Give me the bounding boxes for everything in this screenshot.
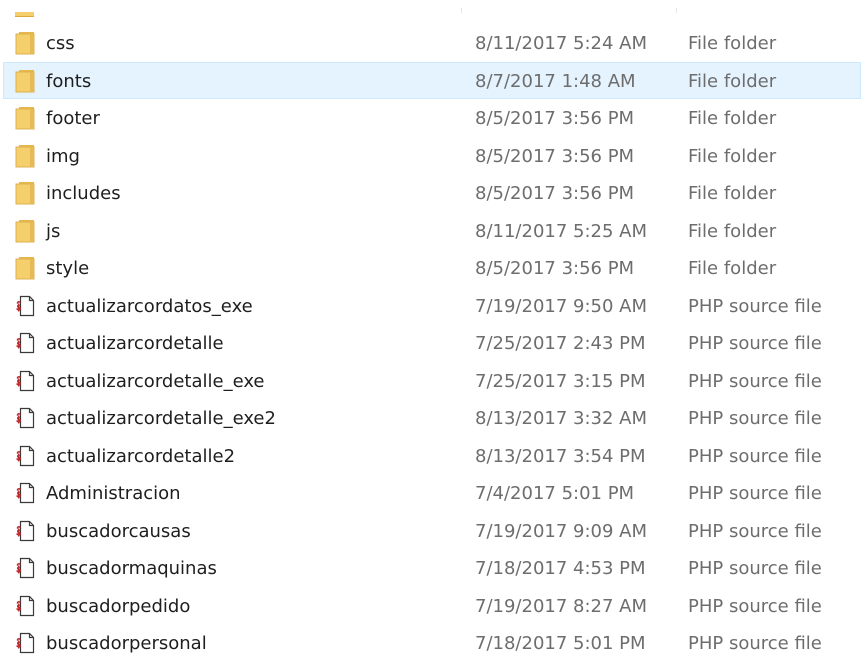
date-modified: 8/11/2017 5:24 AM [475,33,648,54]
file-name: buscadorpedido [46,595,191,617]
date-modified: 8/13/2017 3:32 AM [475,408,648,429]
file-row[interactable]: actualizarcordetalle 7/25/2017 2:43 PM PHP… [3,324,861,361]
date-modified: 7/25/2017 3:15 PM [475,370,646,392]
file-type: File folder [688,145,777,167]
file-row[interactable]: buscadorpersonal 7/18/2017 5:01 PM PHP sou… [3,624,861,661]
file-name: actualizarcordatos_exe [46,295,253,317]
file-type: PHP source file [688,295,822,317]
file-row[interactable]: actualizarcordetalle_exe2 8/13/2017 3:32 … [3,399,861,436]
file-type: PHP source file [688,558,822,579]
php-file-icon [15,294,37,318]
file-row[interactable]: actualizarcordatos_exe 7/19/2017 9:50 AM P… [3,287,861,324]
file-row[interactable]: buscadorpedido 7/19/2017 8:27 AM PHP sourc… [3,587,861,624]
file-name: css [46,33,75,54]
file-type: File folder [688,258,777,279]
file-type: PHP source file [688,408,822,429]
date-modified: 7/19/2017 8:27 AM [475,595,648,617]
date-modified: 7/18/2017 4:53 PM [475,558,646,579]
file-name: includes [46,183,121,204]
php-file-icon [15,594,37,618]
file-name: actualizarcordetalle2 [46,445,236,467]
file-type: PHP source file [688,520,822,542]
file-row[interactable]: Administracion 7/4/2017 5:01 PM PHP source… [3,474,861,511]
folder-row[interactable]: fonts 8/7/2017 1:48 AM File folder [3,61,861,99]
file-row[interactable]: buscadorcausas 7/19/2017 9:09 AM PHP sourc… [3,512,861,549]
folder-icon [15,219,37,243]
file-type: File folder [688,108,777,129]
file-row[interactable]: actualizarcordetalle_exe 7/25/2017 3:15 P… [3,362,861,399]
file-row[interactable]: actualizarcordetalle2 8/13/2017 3:54 PM PH… [3,437,861,474]
date-modified: 8/5/2017 3:56 PM [475,145,635,167]
file-name: buscadormaquinas [46,558,217,579]
folder-row[interactable]: style 8/5/2017 3:56 PM File folder [3,249,861,286]
date-modified: 7/4/2017 5:01 PM [475,483,635,504]
file-name: style [46,258,90,279]
php-file-icon [15,369,37,393]
date-modified: 8/11/2017 5:25 AM [475,220,648,242]
folder-row[interactable]: js 8/11/2017 5:25 AM File folder [3,212,861,249]
file-row[interactable]: buscadormaquinas 7/18/2017 4:53 PM PHP sou… [3,549,861,586]
php-file-icon [15,444,37,468]
php-file-icon [15,406,37,430]
file-name: Administracion [46,483,181,504]
file-name: img [46,145,80,167]
php-file-icon [15,519,37,543]
date-modified: 7/25/2017 2:43 PM [475,333,646,354]
folder-row[interactable]: css 8/11/2017 5:24 AM File folder [3,24,861,61]
date-modified: 7/18/2017 5:01 PM [475,633,646,654]
file-name: actualizarcordetalle [46,333,224,354]
php-file-icon [15,331,37,355]
folder-row[interactable]: footer 8/5/2017 3:56 PM File folder [3,99,861,136]
file-list: css 8/11/2017 5:24 AM File folder fonts 8/7… [0,0,861,654]
folder-icon [15,256,37,280]
date-modified: 8/5/2017 3:56 PM [475,258,635,279]
folder-icon [15,106,37,130]
column-divider[interactable] [461,8,462,13]
file-name: footer [46,108,100,129]
file-name: buscadorpersonal [46,633,207,654]
folder-icon [15,31,37,55]
file-type: PHP source file [688,483,822,504]
folder-icon [15,69,37,93]
file-type: File folder [688,220,777,242]
file-name: fonts [46,70,92,92]
file-type: PHP source file [688,633,822,654]
date-modified: 8/13/2017 3:54 PM [475,445,646,467]
file-type: PHP source file [688,370,822,392]
partial-folder-icon [15,12,34,17]
php-file-icon [15,481,37,505]
file-type: File folder [688,183,777,204]
file-name: actualizarcordetalle_exe2 [46,408,276,429]
php-file-icon [15,631,37,655]
file-name: buscadorcausas [46,520,191,542]
date-modified: 7/19/2017 9:09 AM [475,520,648,542]
file-type: PHP source file [688,445,822,467]
column-divider[interactable] [676,8,677,13]
file-type: PHP source file [688,333,822,354]
date-modified: 8/5/2017 3:56 PM [475,183,635,204]
date-modified: 7/19/2017 9:50 AM [475,295,648,317]
folder-row[interactable]: img 8/5/2017 3:56 PM File folder [3,137,861,174]
file-type: File folder [688,33,777,54]
date-modified: 8/5/2017 3:56 PM [475,108,635,129]
php-file-icon [15,556,37,580]
folder-row[interactable]: includes 8/5/2017 3:56 PM File folder [3,174,861,211]
file-name: js [46,220,61,242]
date-modified: 8/7/2017 1:48 AM [475,70,636,92]
file-type: PHP source file [688,595,822,617]
file-name: actualizarcordetalle_exe [46,370,265,392]
folder-icon [15,181,37,205]
folder-icon [15,144,37,168]
file-type: File folder [688,70,777,92]
